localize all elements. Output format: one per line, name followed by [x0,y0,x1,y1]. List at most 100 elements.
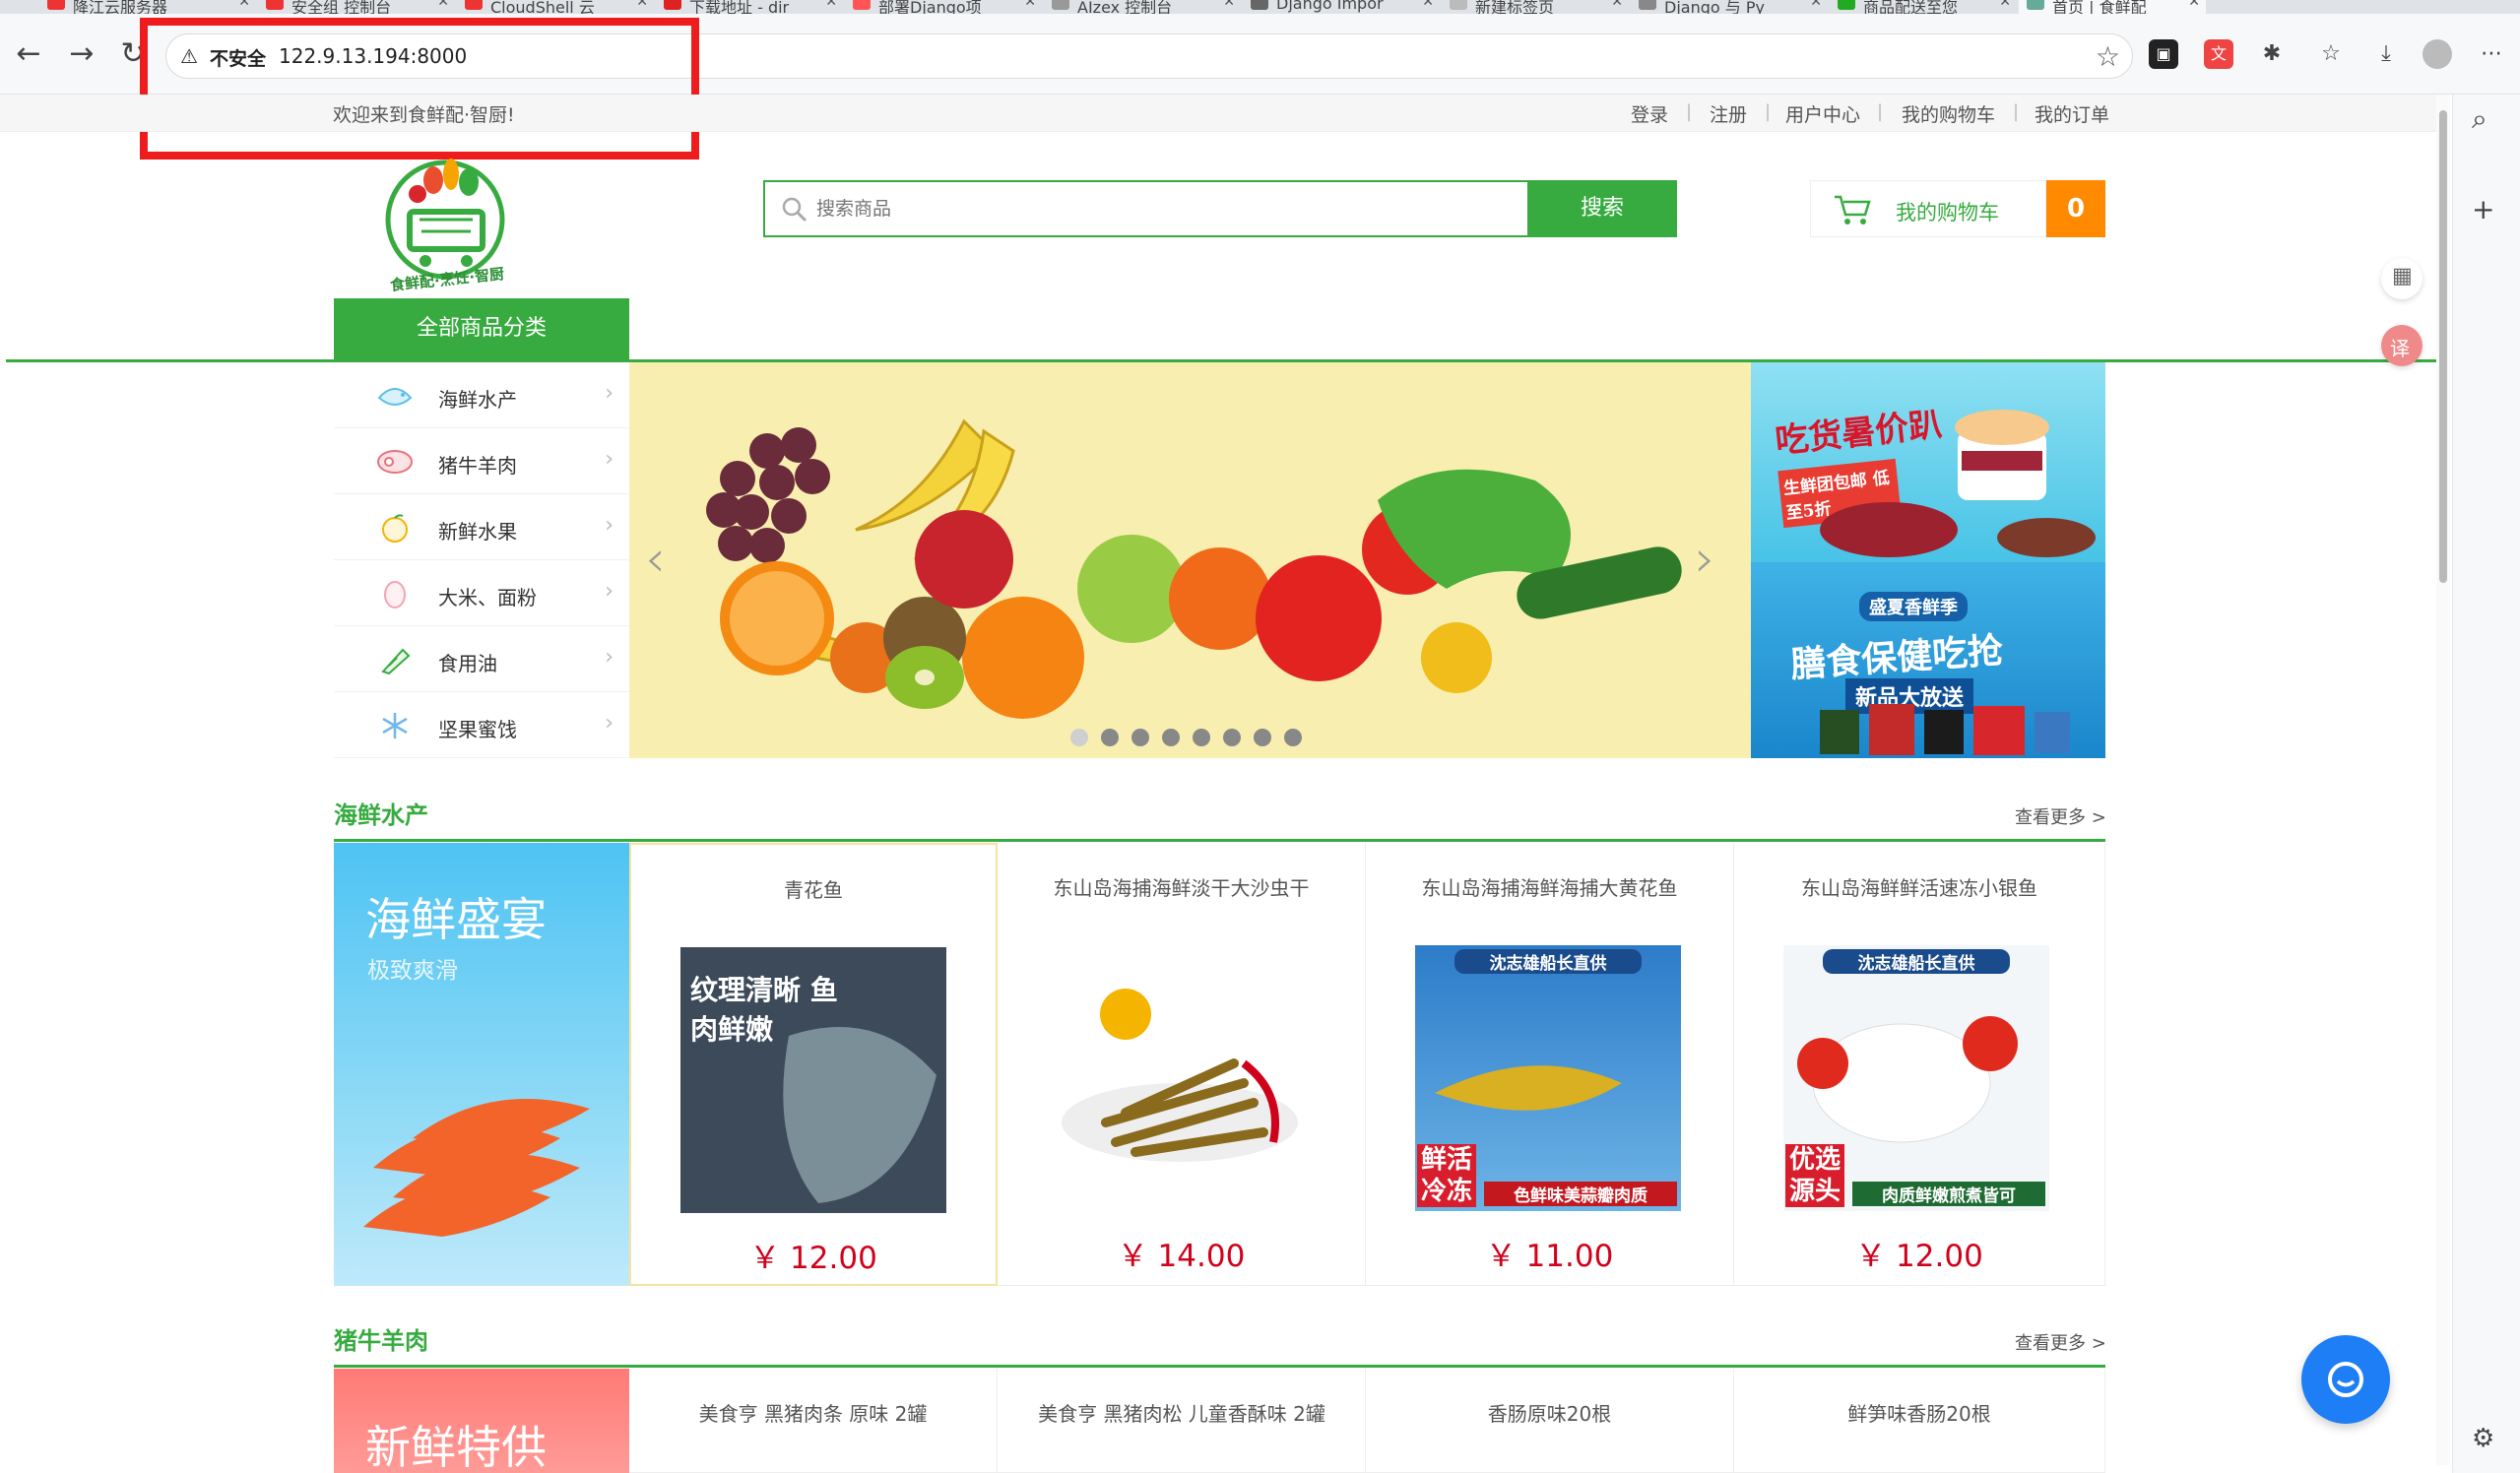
all-categories-button[interactable]: 全部商品分类 [334,298,629,359]
puzzle-icon[interactable]: ✱ [2257,39,2287,69]
browser-tab[interactable]: 部署Django项 ✕ [845,0,1042,14]
meat-promo-banner[interactable]: 新鲜特供 [334,1369,629,1473]
product-card[interactable]: 东山岛海捕海鲜海捕大黄花鱼 沈志雄船长直供 鲜活冷冻 色鲜味美蒜瓣肉质 ￥ 11… [1366,843,1734,1286]
close-icon[interactable]: ✕ [636,0,648,10]
search-input[interactable] [816,192,1506,225]
banner-dot[interactable] [1223,729,1241,746]
close-icon[interactable]: ✕ [437,0,449,10]
browser-tab[interactable]: 商品配送至您 ✕ [1830,0,2017,14]
my-orders-link[interactable]: 我的订单 [2035,100,2109,127]
banner-carousel[interactable]: ‹ › [629,362,1751,758]
product-price: ￥ 14.00 [1117,1239,1246,1274]
login-link[interactable]: 登录 [1631,100,1668,127]
close-icon[interactable]: ✕ [2188,0,2200,10]
banner-dot[interactable] [1284,729,1302,746]
view-more-meat-link[interactable]: 查看更多 > [2015,1329,2106,1355]
browser-tab[interactable]: AIzex 控制台 ✕ [1044,0,1241,14]
separator: | [1765,101,1772,122]
product-card[interactable]: 东山岛海捕海鲜淡干大沙虫干 ￥ 14.00 [998,843,1366,1286]
gear-icon[interactable]: ⚙ [2472,1424,2494,1453]
snowflake-icon [382,713,408,738]
banner-dot[interactable] [1101,729,1119,746]
search-icon[interactable]: ⌕ [2472,102,2488,136]
translate-icon[interactable]: 译 [2381,325,2423,366]
category-item-meat[interactable]: 猪牛羊肉 › [334,428,629,494]
more-icon[interactable]: ⋯ [2477,39,2506,69]
scrollbar-thumb[interactable] [2439,110,2447,583]
close-icon[interactable]: ✕ [1999,0,2011,10]
forward-icon[interactable]: → [65,39,98,73]
category-item-oil[interactable]: 食用油 › [334,626,629,692]
chevron-right-icon: › [605,447,614,472]
promo-ad-foodie[interactable]: 吃货暑价趴 生鲜团包邮 低至5折 [1751,362,2105,562]
product-card[interactable]: 鲜笋味香肠20根 [1734,1369,2105,1473]
product-card[interactable]: 美食亨 黑猪肉条 原味 2罐 [629,1369,998,1473]
browser-tab[interactable]: Django Impor ✕ [1243,0,1440,14]
category-sidebar: 海鲜水产 › 猪牛羊肉 › 新鲜水果 › 大米、面粉 › 食用油 › 坚果蜜饯 … [334,362,629,758]
category-item-seafood[interactable]: 海鲜水产 › [334,362,629,428]
browser-tab[interactable]: 下载地址 - dir ✕ [656,0,843,14]
browser-tab[interactable]: 安全组 控制台 ✕ [258,0,455,14]
product-card[interactable]: 美食亨 黑猪肉松 儿童香酥味 2罐 [998,1369,1366,1473]
banner-dot[interactable] [1162,729,1180,746]
fruit-icon [382,514,408,543]
category-item-fruit[interactable]: 新鲜水果 › [334,494,629,560]
banner-dot[interactable] [1070,729,1088,746]
product-card[interactable]: 香肠原味20根 [1366,1369,1734,1473]
chat-button[interactable] [2301,1335,2390,1424]
browser-tab[interactable]: 新建标签页 ✕ [1442,0,1629,14]
search-icon [782,197,808,223]
avatar[interactable] [2423,39,2452,69]
translate-icon[interactable]: 文 [2204,39,2233,69]
welcome-text: 欢迎来到食鲜配·智厨! [333,104,515,126]
close-icon[interactable]: ✕ [1024,0,1036,10]
close-icon[interactable]: ✕ [1810,0,1822,10]
section-title-seafood: 海鲜水产 [334,801,428,829]
browser-tab-strip: 降江云服务器 ✕ 安全组 控制台 ✕ CloudShell 云 ✕ 下载地址 - di… [0,0,2520,14]
extension-icon[interactable]: ▣ [2149,39,2178,69]
product-price: ￥ 12.00 [1855,1239,1983,1274]
section-divider [334,1365,2105,1368]
qr-code-icon[interactable]: ▦ [2381,258,2423,299]
product-card[interactable]: 青花鱼 纹理清晰 鱼肉鲜嫩 ￥ 12.00 [629,843,998,1286]
separator: | [1877,101,1884,122]
register-link[interactable]: 注册 [1710,100,1747,127]
add-icon[interactable]: + [2472,193,2494,225]
chevron-right-icon: › [605,579,614,604]
close-icon[interactable]: ✕ [825,0,837,10]
banner-prev-icon[interactable]: ‹ [645,530,666,589]
banner-dot[interactable] [1193,729,1210,746]
product-card[interactable]: 东山岛海鲜鲜活速冻小银鱼 沈志雄船长直供 优选源头 肉质鲜嫩煎煮皆可 ￥ 12.… [1734,843,2105,1286]
close-icon[interactable]: ✕ [238,0,250,10]
search-button[interactable]: 搜索 [1527,180,1677,237]
back-icon[interactable]: ← [12,39,45,73]
close-icon[interactable]: ✕ [1422,0,1434,10]
chat-icon [2328,1362,2363,1397]
category-item-nuts[interactable]: 坚果蜜饯 › [334,692,629,758]
category-item-rice[interactable]: 大米、面粉 › [334,560,629,626]
favorites-icon[interactable]: ☆ [2316,39,2346,69]
banner-next-icon[interactable]: › [1695,530,1715,589]
banner-dot[interactable] [1254,729,1271,746]
chevron-right-icon: › [605,711,614,736]
star-icon[interactable]: ☆ [2096,40,2120,73]
user-center-link[interactable]: 用户中心 [1785,100,1860,127]
browser-tab[interactable]: 降江云服务器 ✕ [39,0,256,14]
shrimp-image [363,1099,590,1237]
seafood-promo-banner[interactable]: 海鲜盛宴 极致爽滑 [334,843,629,1286]
section-title-meat: 猪牛羊肉 [334,1327,428,1355]
close-icon[interactable]: ✕ [1223,0,1235,10]
banner-dot[interactable] [1131,729,1149,746]
download-icon[interactable]: ⤓ [2371,39,2401,69]
address-bar[interactable]: ⚠ 不安全 122.9.13.194:8000 ☆ [165,33,2133,79]
close-icon[interactable]: ✕ [1611,0,1623,10]
browser-tab[interactable]: CloudShell 云 ✕ [457,0,654,14]
site-logo[interactable]: 食鲜配·烹饪·智厨 [374,153,522,300]
browser-tab-active[interactable]: 首页 | 食鲜配 ✕ [2019,0,2206,14]
cart-button[interactable]: 我的购物车 [1810,180,2046,237]
my-cart-link[interactable]: 我的购物车 [1902,100,1995,127]
reload-icon[interactable]: ↻ [116,39,150,73]
promo-ad-health[interactable]: 盛夏香鲜季 膳食保健吃抢 新品大放送 [1751,562,2105,758]
view-more-seafood-link[interactable]: 查看更多 > [2015,803,2106,829]
browser-tab[interactable]: Django 与 Py ✕ [1631,0,1828,14]
